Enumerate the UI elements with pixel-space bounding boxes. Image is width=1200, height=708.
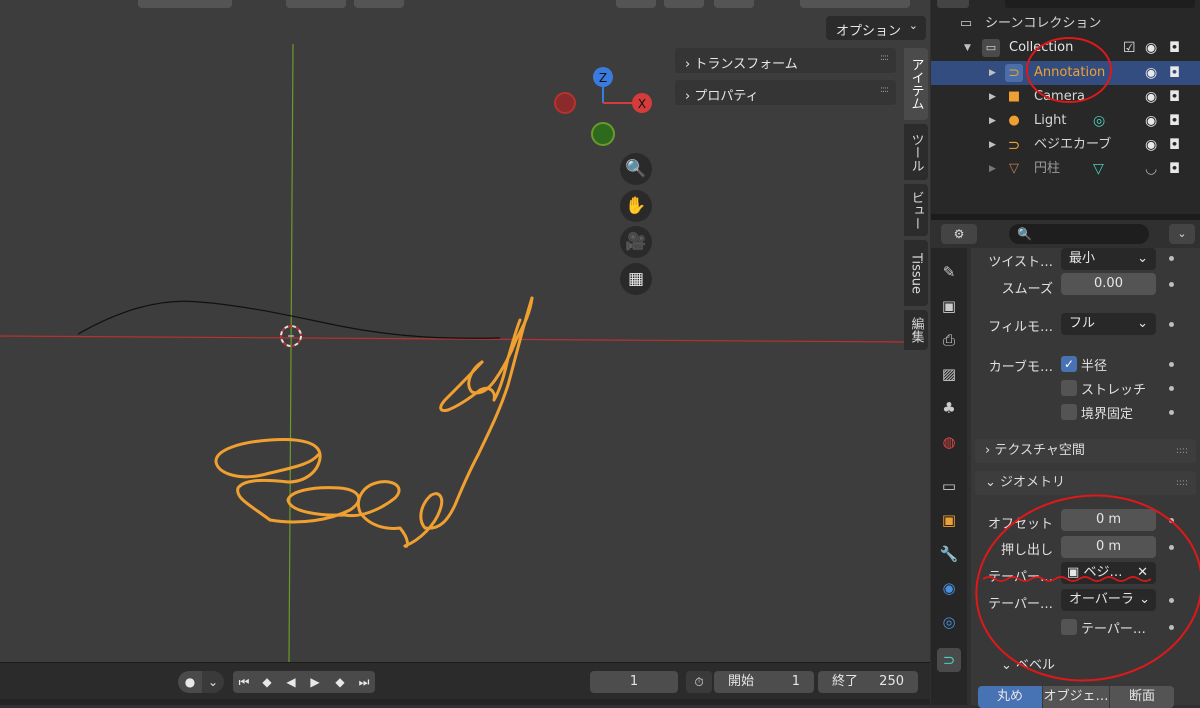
x-axis-line: [0, 335, 906, 343]
modifier-tab-icon[interactable]: 🔧: [937, 542, 961, 566]
tab-item[interactable]: アイテム: [904, 48, 928, 120]
timeline-ruler[interactable]: [0, 699, 930, 705]
panel-properties[interactable]: › プロパティ ::::: [675, 80, 896, 105]
collection-tab-icon[interactable]: ▭: [937, 474, 961, 498]
tab-tool[interactable]: ツール: [904, 124, 928, 180]
end-frame-value: 250: [879, 674, 904, 689]
properties-content: ツイスト… 最小 ⌄ スムーズ 0.00 フィルモ… フル ⌄ カーブモ… ✓ 半径…: [971, 248, 1200, 708]
record-options-dropdown[interactable]: ⌄: [202, 671, 224, 693]
chevron-down-icon[interactable]: ⌄: [1169, 224, 1195, 244]
properties-tabs: ✎ ▣ ⎙ ▨ ♣ ◍ ▭ ▣ 🔧 ◉ ◎ ⊃: [931, 248, 967, 705]
bezier-curve: [77, 300, 501, 339]
properties-editor: ⚙ 🔍 ⌄ ✎ ▣ ⎙ ▨ ♣ ◍ ▭ ▣ 🔧 ◉ ◎ ⊃ ツイスト… 最小 ⌄ …: [931, 220, 1200, 708]
tab-edit[interactable]: 編集: [904, 310, 928, 350]
options-dropdown[interactable]: オプション ⌄: [826, 16, 926, 40]
prev-keyframe-icon[interactable]: ◆: [255, 671, 279, 693]
play-reverse-icon[interactable]: ◀: [279, 671, 303, 693]
next-keyframe-icon[interactable]: ◆: [327, 671, 353, 693]
object-tab-icon[interactable]: ▣: [937, 508, 961, 532]
properties-search-input[interactable]: 🔍: [1009, 224, 1149, 244]
properties-header: ⚙ 🔍 ⌄: [931, 220, 1200, 248]
panel-properties-label: プロパティ: [694, 89, 759, 104]
stopwatch-icon[interactable]: ⏱: [686, 671, 712, 693]
scene-tab-icon[interactable]: ♣: [937, 396, 961, 420]
particles-tab-icon[interactable]: ◉: [937, 576, 961, 600]
options-label: オプション: [836, 24, 902, 39]
tool-tab-icon[interactable]: ✎: [937, 260, 961, 284]
camera-icon[interactable]: 🎥: [620, 226, 652, 258]
y-axis-line: [288, 43, 294, 662]
output-tab-icon[interactable]: ⎙: [937, 328, 961, 352]
red-annotation-overlay: [1026, 37, 1112, 103]
current-frame-field[interactable]: 1: [590, 671, 678, 693]
red-annotation-overlay: [975, 494, 1200, 682]
search-icon: 🔍: [1017, 227, 1032, 241]
end-frame-label: 終了: [832, 674, 859, 689]
start-frame-value: 1: [791, 674, 800, 689]
editor-type-icon[interactable]: ⚙: [941, 224, 977, 244]
svg-text:Z: Z: [599, 71, 607, 85]
grid-view-icon[interactable]: ▦: [620, 263, 652, 295]
tab-view[interactable]: ビュー: [904, 184, 928, 236]
zoom-icon[interactable]: 🔍: [620, 153, 652, 185]
hand-pan-icon[interactable]: ✋: [620, 190, 652, 222]
jump-start-icon[interactable]: ⏮: [233, 671, 255, 693]
play-icon[interactable]: ▶: [303, 671, 327, 693]
panel-transform-label: トランスフォーム: [694, 57, 798, 72]
start-frame-field[interactable]: 開始 1: [714, 671, 814, 693]
world-tab-icon[interactable]: ◍: [937, 430, 961, 454]
jump-end-icon[interactable]: ⏭: [353, 671, 375, 693]
axis-gizmo: Z X: [554, 67, 652, 146]
render-tab-icon[interactable]: ▣: [937, 294, 961, 318]
drag-handle-icon[interactable]: ::::: [880, 85, 889, 95]
drag-handle-icon[interactable]: ::::: [880, 53, 889, 63]
svg-text:X: X: [638, 97, 646, 111]
outliner: ▭ シーンコレクション ▼ ▭ Collection ☑ ◉ ◘ ▶ ⊃ Ann…: [931, 0, 1200, 214]
chevron-right-icon: ›: [685, 57, 691, 72]
end-frame-field[interactable]: 終了 250: [818, 671, 918, 693]
chevron-down-icon: ⌄: [908, 19, 918, 32]
curve-data-tab-icon[interactable]: ⊃: [937, 648, 961, 672]
start-frame-label: 開始: [728, 674, 755, 689]
chevron-right-icon: ›: [685, 89, 691, 104]
view-layer-tab-icon[interactable]: ▨: [937, 362, 961, 386]
panel-transform[interactable]: › トランスフォーム ::::: [675, 48, 896, 73]
tab-tissue[interactable]: Tissue: [904, 240, 928, 306]
annotation-stroke: [214, 296, 534, 548]
physics-tab-icon[interactable]: ◎: [937, 610, 961, 634]
record-button[interactable]: ●: [178, 671, 202, 693]
3d-viewport[interactable]: Z X オプション ⌄ › トランスフォーム :::: › プロパティ ::::…: [0, 0, 930, 662]
